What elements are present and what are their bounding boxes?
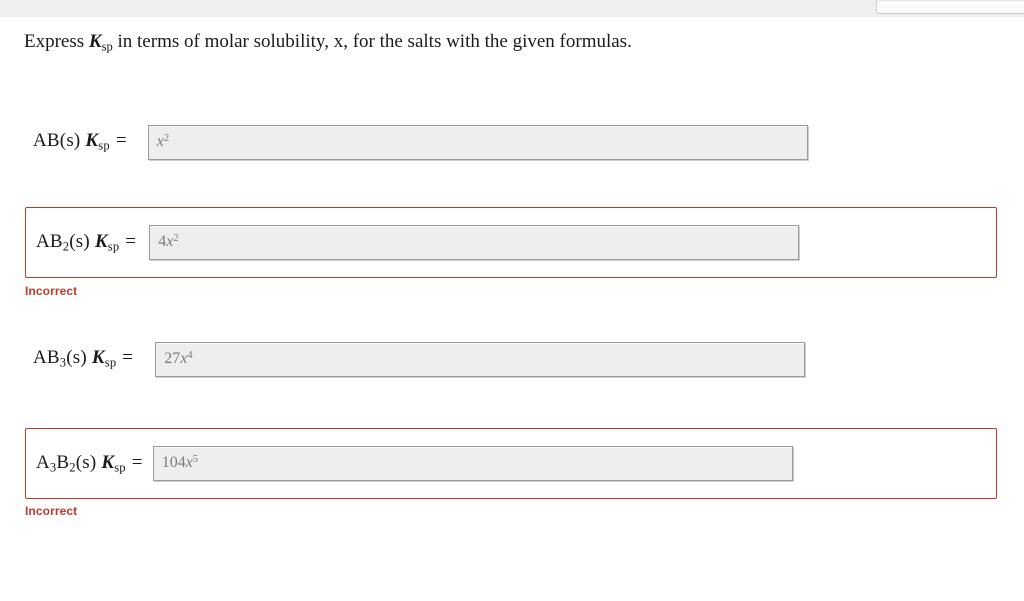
- equals-sign-1: =: [115, 130, 127, 152]
- answer-exponent-4: 5: [192, 454, 199, 466]
- formula-a-3: AB: [33, 347, 60, 369]
- answer-input-1[interactable]: x2: [147, 124, 808, 160]
- constant-subscript-4: sp: [114, 460, 126, 475]
- answer-value-3: 27x4: [164, 350, 192, 368]
- formula-b-4: B: [56, 451, 70, 473]
- question-row-3: AB3(s) Ksp = 27x4: [25, 333, 997, 385]
- answer-exponent-2: 2: [173, 233, 179, 245]
- constant-symbol-4: K: [101, 451, 115, 473]
- state-label-4: (s): [75, 451, 97, 473]
- prompt-prefix: Express: [24, 31, 89, 52]
- constant-subscript-3: sp: [104, 355, 117, 370]
- answer-value-2: 4x2: [158, 233, 178, 251]
- constant-symbol-2: K: [94, 230, 108, 252]
- answer-input-4[interactable]: 104x5: [152, 446, 793, 481]
- question-row-1: AB(s) Ksp = x2: [25, 116, 997, 168]
- answer-exponent-3: 4: [187, 349, 193, 361]
- answer-input-3[interactable]: 27x4: [155, 341, 806, 377]
- formula-a-4: A: [36, 451, 50, 473]
- answer-input-2[interactable]: 4x2: [149, 225, 800, 260]
- question-row-2: AB 2 (s) Ksp = 4x2: [25, 207, 997, 278]
- answer-variable-1: x: [156, 133, 164, 151]
- answer-variable-4: x: [185, 454, 193, 472]
- state-label-2: (s): [69, 230, 90, 252]
- prompt-symbol: K: [88, 31, 102, 52]
- answer-exponent-1: 2: [163, 132, 170, 144]
- question-label-1: AB(s) Ksp =: [25, 130, 127, 154]
- question-label-3: AB3(s) Ksp =: [25, 347, 133, 371]
- equals-sign-3: =: [122, 347, 134, 369]
- status-badge-2: Incorrect: [25, 284, 78, 298]
- answer-value-4: 104x5: [162, 454, 198, 472]
- answer-coefficient-4: 104: [161, 454, 186, 472]
- top-right-panel: [876, 0, 1024, 14]
- constant-symbol-1: K: [85, 130, 99, 152]
- state-label-1: (s): [59, 130, 81, 152]
- question-label-2: AB2(s) Ksp =: [26, 231, 136, 255]
- question-label-4: A3B2(s) Ksp =: [26, 452, 143, 476]
- constant-subscript-1: sp: [98, 138, 110, 153]
- formula-a-2: AB: [36, 230, 63, 252]
- answer-coefficient-3: 27: [164, 350, 181, 368]
- state-label-3: (s): [66, 347, 87, 369]
- formula-a-1: AB: [33, 130, 60, 152]
- constant-subscript-2: sp: [107, 239, 120, 254]
- equals-sign-4: =: [131, 451, 143, 473]
- constant-symbol-3: K: [91, 347, 105, 369]
- answer-value-1: x2: [157, 133, 169, 151]
- page-title: Express Ksp in terms of molar solubility…: [24, 30, 632, 59]
- top-chrome-strip: [0, 0, 1024, 17]
- prompt-symbol-subscript: sp: [101, 39, 113, 54]
- question-row-4: A3B2(s) Ksp = 104x5: [25, 428, 997, 499]
- equals-sign-2: =: [125, 230, 137, 252]
- prompt-rest: in terms of molar solubility, x, for the…: [112, 31, 632, 52]
- status-badge-4: Incorrect: [25, 504, 78, 518]
